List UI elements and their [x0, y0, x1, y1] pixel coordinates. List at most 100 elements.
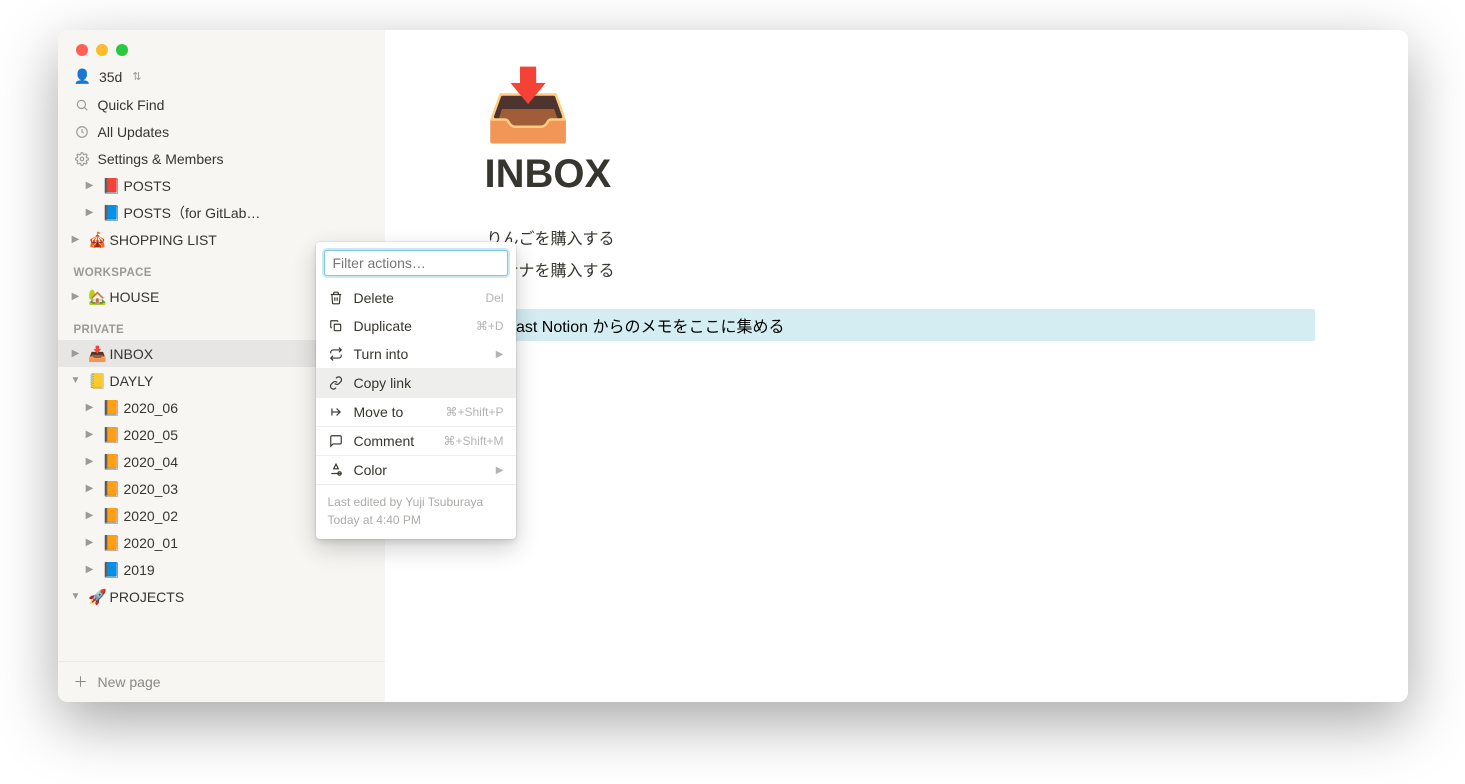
sidebar-item-label: 2020_05: [124, 427, 179, 443]
chevron-right-icon[interactable]: ▶: [80, 402, 100, 413]
page-emoji: 📙: [102, 426, 122, 444]
ctx-turn-into[interactable]: Turn into ▶: [316, 340, 516, 368]
workspace-switcher[interactable]: 👤 35d ⇅: [58, 66, 385, 91]
ctx-move-to[interactable]: Move to ⌘+Shift+P: [316, 398, 516, 426]
settings-members[interactable]: Settings & Members: [58, 145, 385, 172]
quick-find[interactable]: Quick Find: [58, 91, 385, 118]
search-icon: [74, 98, 90, 112]
sidebar-item-label: PROJECTS: [110, 589, 185, 605]
page-emoji: 📘: [102, 561, 122, 579]
move-to-icon: [328, 405, 344, 419]
sidebar-item-label: POSTS: [124, 178, 171, 194]
window-controls: [58, 30, 385, 66]
chevron-right-icon[interactable]: ▶: [80, 456, 100, 467]
ctx-delete[interactable]: Delete Del: [316, 284, 516, 312]
chevron-right-icon[interactable]: ▶: [80, 207, 100, 218]
page-title[interactable]: INBOX: [485, 152, 1385, 197]
ctx-shortcut: ⌘+D: [476, 319, 504, 333]
ctx-shortcut: ⌘+Shift+M: [443, 434, 503, 448]
page-emoji: 📕: [102, 177, 122, 195]
chevron-right-icon[interactable]: ▶: [80, 510, 100, 521]
chevron-right-icon[interactable]: ▶: [66, 234, 86, 245]
filter-actions-input[interactable]: [324, 250, 508, 276]
text-block[interactable]: りんごを購入する: [485, 221, 1385, 253]
chevron-right-icon[interactable]: ▶: [80, 564, 100, 575]
ctx-shortcut: Del: [485, 291, 503, 305]
ctx-footer-editor: Last edited by Yuji Tsuburaya: [328, 493, 504, 511]
link-icon: [328, 376, 344, 390]
ctx-copy-link[interactable]: Copy link: [316, 369, 516, 397]
gear-icon: [74, 152, 90, 166]
toggle-block[interactable]: ▶ Fast Notion からのメモをここに集める: [485, 309, 1315, 341]
app-window: 👤 35d ⇅ Quick Find All Updates Settings …: [58, 30, 1408, 702]
duplicate-icon: [328, 319, 344, 333]
ctx-label: Comment: [354, 433, 415, 449]
maximize-window-button[interactable]: [116, 44, 128, 56]
ctx-duplicate[interactable]: Duplicate ⌘+D: [316, 312, 516, 340]
chevron-right-icon[interactable]: ▶: [80, 483, 100, 494]
sidebar-item-projects[interactable]: ▼🚀PROJECTS: [58, 583, 385, 610]
sidebar-item-label: 2020_03: [124, 481, 179, 497]
ctx-color[interactable]: Color ▶: [316, 456, 516, 484]
page-emoji: 📙: [102, 453, 122, 471]
turn-into-icon: [328, 347, 344, 361]
chevron-right-icon[interactable]: ▶: [80, 180, 100, 191]
ctx-label: Duplicate: [354, 318, 412, 334]
context-menu: Delete Del Duplicate ⌘+D Turn into ▶ Cop…: [316, 242, 516, 539]
ctx-label: Delete: [354, 290, 394, 306]
comment-icon: [328, 434, 344, 448]
text-block[interactable]: バナナを購入する: [485, 253, 1385, 285]
chevron-down-icon[interactable]: ▼: [66, 375, 86, 386]
sidebar-item-label: 2020_06: [124, 400, 179, 416]
page-emoji: 🏡: [88, 288, 108, 306]
page-emoji: 📙: [102, 534, 122, 552]
sidebar-item-label: SHOPPING LIST: [110, 232, 217, 248]
chevron-right-icon[interactable]: ▶: [80, 537, 100, 548]
settings-label: Settings & Members: [98, 151, 224, 167]
ctx-label: Turn into: [354, 346, 409, 362]
sidebar-item-label: 2020_04: [124, 454, 179, 470]
ctx-shortcut: ⌘+Shift+P: [445, 405, 503, 419]
close-window-button[interactable]: [76, 44, 88, 56]
ctx-footer-time: Today at 4:40 PM: [328, 511, 504, 529]
submenu-arrow-icon: ▶: [496, 349, 504, 360]
chevron-right-icon[interactable]: ▶: [66, 291, 86, 302]
user-icon: 👤: [74, 68, 91, 85]
minimize-window-button[interactable]: [96, 44, 108, 56]
submenu-arrow-icon: ▶: [496, 465, 504, 476]
sidebar-item-posts[interactable]: ▶📕POSTS: [58, 172, 385, 199]
ctx-footer: Last edited by Yuji Tsuburaya Today at 4…: [316, 485, 516, 539]
new-page-button[interactable]: ＋ New page: [58, 661, 385, 702]
page-emoji: 📘: [102, 204, 122, 222]
sidebar-item-label: POSTS（for GitLab…: [124, 203, 261, 223]
page-emoji: 📙: [102, 507, 122, 525]
ctx-comment[interactable]: Comment ⌘+Shift+M: [316, 427, 516, 455]
page-emoji: 📒: [88, 372, 108, 390]
chevron-right-icon[interactable]: ▶: [80, 429, 100, 440]
clock-icon: [74, 125, 90, 139]
ctx-label: Move to: [354, 404, 404, 420]
sidebar-tree-top: ▶📕POSTS ▶📘POSTS（for GitLab… ▶🎪SHOPPING L…: [58, 172, 385, 253]
sidebar-item-2019[interactable]: ▶📘2019: [58, 556, 385, 583]
user-name: 35d: [99, 69, 122, 85]
plus-icon: ＋: [74, 672, 88, 692]
all-updates-label: All Updates: [98, 124, 170, 140]
sidebar-item-label: 2020_02: [124, 508, 179, 524]
sidebar-item-label: DAYLY: [110, 373, 154, 389]
all-updates[interactable]: All Updates: [58, 118, 385, 145]
chevron-down-icon[interactable]: ▼: [66, 591, 86, 602]
quick-find-label: Quick Find: [98, 97, 165, 113]
switcher-caret-icon: ⇅: [132, 70, 141, 83]
main-content: 📥 INBOX りんごを購入する バナナを購入する ▶ Fast Notion …: [385, 30, 1408, 702]
sidebar-item-posts-gitlab[interactable]: ▶📘POSTS（for GitLab…: [58, 199, 385, 226]
color-icon: [328, 463, 344, 477]
ctx-label: Color: [354, 462, 387, 478]
sidebar-item-label: INBOX: [110, 346, 154, 362]
sidebar-item-label: HOUSE: [110, 289, 160, 305]
page-emoji: 📙: [102, 480, 122, 498]
page-icon[interactable]: 📥: [485, 70, 1385, 140]
new-page-label: New page: [98, 674, 161, 690]
page-emoji: 📙: [102, 399, 122, 417]
chevron-right-icon[interactable]: ▶: [66, 348, 86, 359]
toggle-label: Fast Notion からのメモをここに集める: [506, 313, 784, 337]
